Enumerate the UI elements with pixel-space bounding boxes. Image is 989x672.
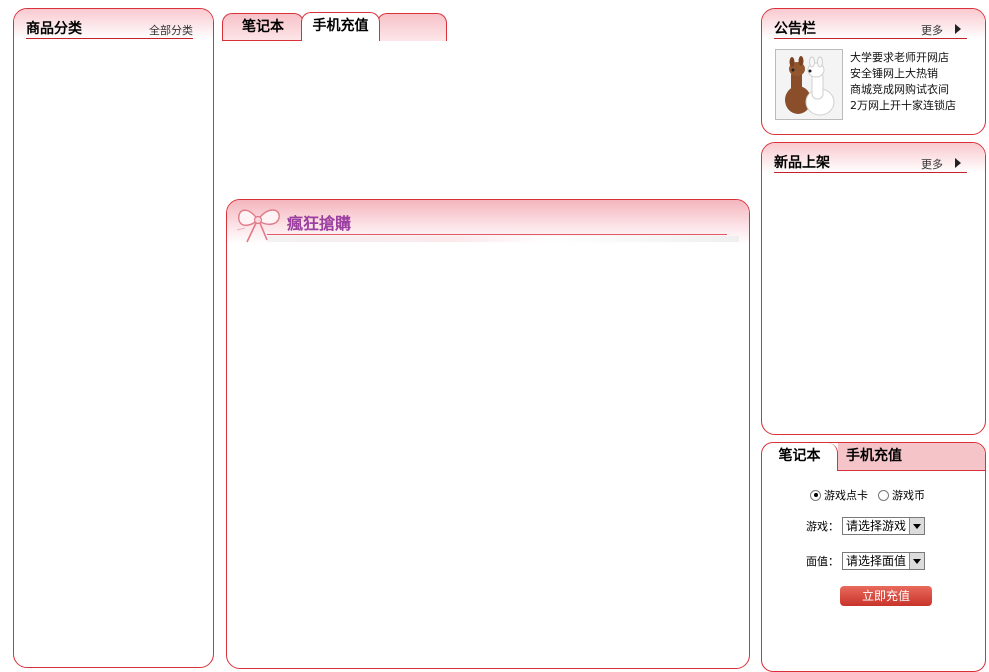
- promo-divider: [267, 234, 727, 235]
- notice-panel: 公告栏 更多 大学要求老师开网店 安全锤网上大热销 商城竞成网购试衣间 2万网上…: [761, 8, 986, 135]
- notice-panel-title: 公告栏: [774, 21, 816, 37]
- recharge-tab-mobile[interactable]: 手机充值: [838, 443, 985, 471]
- new-products-more-link[interactable]: 更多: [921, 157, 943, 172]
- category-panel-header: 商品分类 全部分类: [26, 20, 193, 39]
- bow-icon: [236, 209, 280, 243]
- tab-empty: [377, 13, 447, 41]
- notice-panel-header: 公告栏 更多: [774, 20, 967, 39]
- game-select-value: 请选择游戏: [846, 519, 907, 533]
- radio-game-coin[interactable]: [878, 489, 889, 501]
- category-panel: 商品分类 全部分类: [13, 8, 214, 668]
- value-row: 面值： 请选择面值: [806, 552, 926, 570]
- arrow-right-icon[interactable]: [955, 24, 961, 34]
- notice-item[interactable]: 安全锤网上大热销: [850, 66, 956, 82]
- notice-item[interactable]: 商城竞成网购试衣间: [850, 82, 956, 98]
- value-label: 面值：: [806, 555, 839, 568]
- value-select-value: 请选择面值: [846, 554, 907, 568]
- game-select[interactable]: 请选择游戏: [842, 517, 926, 535]
- game-label: 游戏：: [806, 520, 839, 533]
- chevron-down-icon[interactable]: [909, 518, 925, 534]
- chevron-down-icon[interactable]: [909, 553, 925, 569]
- new-products-title: 新品上架: [774, 155, 830, 171]
- tab-mobile-recharge[interactable]: 手机充值: [301, 12, 380, 41]
- promo-panel: 瘋狂搶購: [226, 199, 750, 669]
- arrow-right-icon[interactable]: [955, 158, 961, 168]
- radio-game-coin-label: 游戏币: [892, 489, 925, 502]
- tab-notebook[interactable]: 笔记本: [222, 13, 304, 41]
- recharge-panel: 笔记本 手机充值 游戏点卡 游戏币 游戏： 请选择游戏 面值： 请选择面值 立即…: [761, 442, 986, 672]
- radio-game-card-label: 游戏点卡: [824, 489, 868, 502]
- recharge-tab-notebook[interactable]: 笔记本: [762, 443, 838, 471]
- promo-title: 瘋狂搶購: [287, 214, 352, 233]
- alpaca-image: [775, 49, 843, 120]
- value-select[interactable]: 请选择面值: [842, 552, 926, 570]
- notice-list: 大学要求老师开网店 安全锤网上大热销 商城竞成网购试衣间 2万网上开十家连锁店: [850, 50, 956, 114]
- recharge-submit-button[interactable]: 立即充值: [840, 586, 932, 606]
- recharge-type-radios: 游戏点卡 游戏币: [810, 487, 925, 503]
- radio-game-card[interactable]: [810, 489, 821, 501]
- promo-stripe: [267, 236, 739, 242]
- new-products-header: 新品上架 更多: [774, 154, 967, 173]
- game-row: 游戏： 请选择游戏: [806, 517, 926, 535]
- notice-item[interactable]: 大学要求老师开网店: [850, 50, 956, 66]
- category-panel-title: 商品分类: [26, 21, 82, 37]
- new-products-panel: 新品上架 更多: [761, 142, 986, 435]
- notice-item[interactable]: 2万网上开十家连锁店: [850, 98, 956, 114]
- notice-more-link[interactable]: 更多: [921, 23, 943, 38]
- tabs-underline: [222, 40, 302, 41]
- all-categories-link[interactable]: 全部分类: [149, 23, 193, 38]
